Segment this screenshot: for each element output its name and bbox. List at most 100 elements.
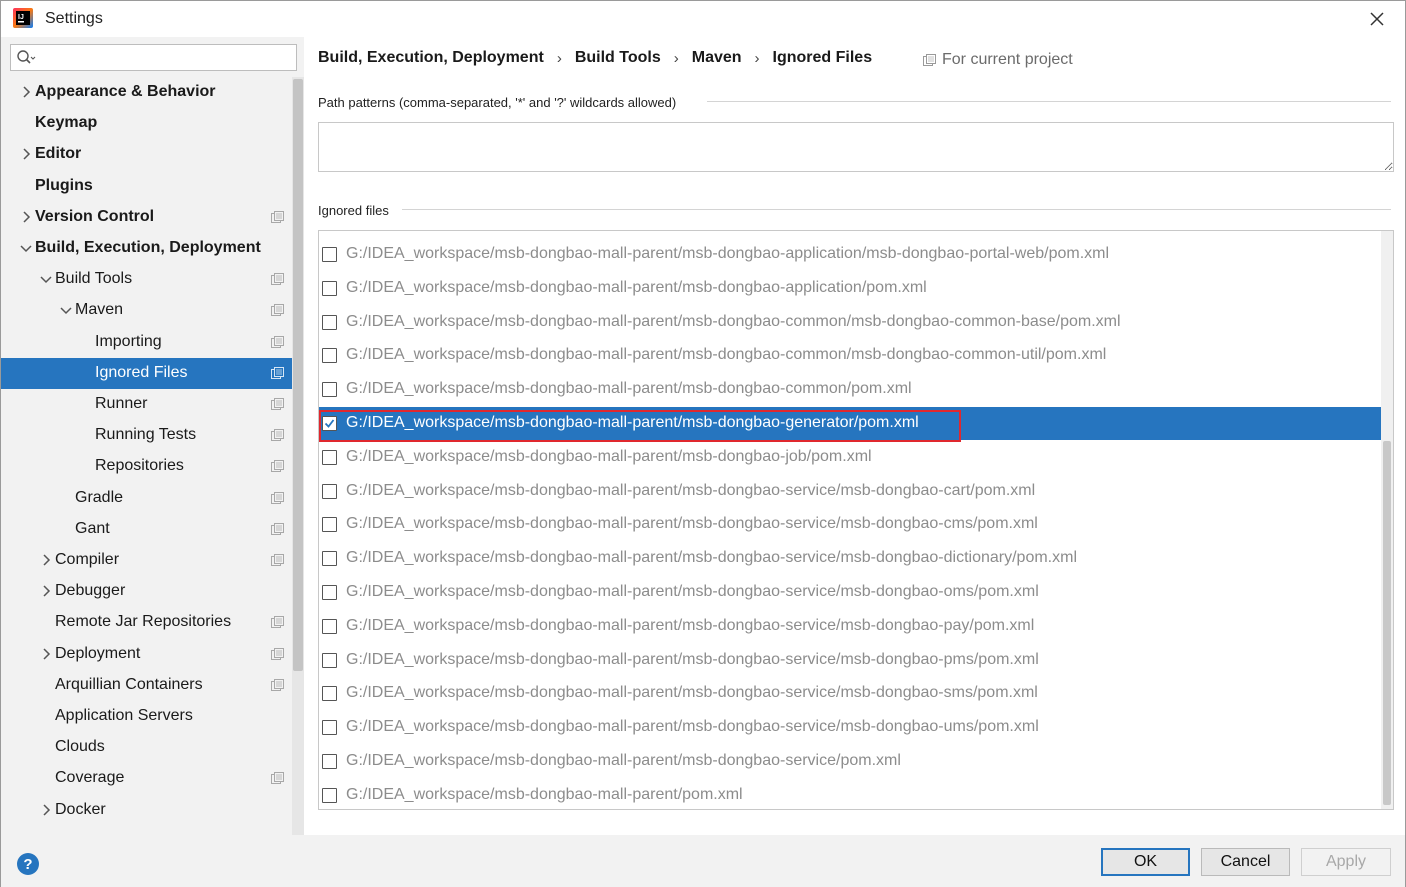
ignored-file-row[interactable]: G:/IDEA_workspace/msb-dongbao-mall-paren… [319,711,1381,744]
files-scrollbar-thumb[interactable] [1383,441,1391,805]
sidebar-item-version-control[interactable]: Version Control [1,202,292,233]
sidebar-item-label: Maven [75,301,124,319]
breadcrumb-item: Build Tools [574,49,661,66]
cancel-button[interactable]: Cancel [1201,848,1290,876]
chevron-down-icon[interactable] [19,241,33,255]
sidebar-item-remote-jar-repositories[interactable]: Remote Jar Repositories [1,607,292,638]
chevron-right-icon[interactable] [39,647,53,661]
ignored-file-checkbox[interactable] [322,652,337,668]
sidebar-item-maven[interactable]: Maven [1,295,292,326]
sidebar-item-arquillian-containers[interactable]: Arquillian Containers [1,670,292,701]
sidebar-item-gant[interactable]: Gant [1,514,292,545]
chevron-down-icon[interactable] [59,303,73,317]
ignored-file-row[interactable]: G:/IDEA_workspace/msb-dongbao-mall-paren… [319,644,1381,677]
ignored-file-row[interactable]: G:/IDEA_workspace/msb-dongbao-mall-paren… [319,677,1381,710]
sidebar-item-deployment[interactable]: Deployment [1,639,292,670]
ignored-file-row[interactable]: G:/IDEA_workspace/msb-dongbao-mall-paren… [319,475,1381,508]
ignored-file-checkbox[interactable] [322,551,337,567]
ignored-file-row[interactable]: G:/IDEA_workspace/msb-dongbao-mall-paren… [319,238,1381,271]
sidebar-item-label: Application Servers [55,707,193,724]
ignored-file-row[interactable]: G:/IDEA_workspace/msb-dongbao-mall-paren… [319,745,1381,778]
sidebar-item-plugins[interactable]: Plugins [1,171,292,202]
sidebar-item-importing[interactable]: Importing [1,327,292,358]
sidebar-item-label: Build, Execution, Deployment [35,239,261,256]
sidebar-item-debugger[interactable]: Debugger [1,576,292,607]
ignored-file-row[interactable]: G:/IDEA_workspace/msb-dongbao-mall-paren… [319,272,1381,305]
ignored-file-checkbox[interactable] [322,382,337,398]
ignored-file-row[interactable]: G:/IDEA_workspace/msb-dongbao-mall-paren… [319,508,1381,541]
sidebar-item-build-tools[interactable]: Build Tools [1,264,292,295]
chevron-down-icon[interactable] [39,272,53,286]
sidebar-item-label: Remote Jar Repositories [55,613,232,631]
sidebar-item-ignored-files[interactable]: Ignored Files [1,357,292,389]
chevron-right-icon[interactable] [39,553,53,567]
sidebar-item-clouds[interactable]: Clouds [1,732,292,763]
close-button[interactable] [1363,7,1391,31]
help-button[interactable]: ? [17,853,39,875]
sidebar-item-docker[interactable]: Docker [1,795,292,826]
ignored-file-checkbox[interactable] [322,280,337,296]
ignored-file-row[interactable]: G:/IDEA_workspace/msb-dongbao-mall-paren… [319,441,1381,474]
ignored-file-checkbox[interactable] [322,754,337,769]
ignored-file-path: G:/IDEA_workspace/msb-dongbao-mall-paren… [346,752,901,769]
ignored-file-row[interactable]: G:/IDEA_workspace/msb-dongbao-mall-paren… [319,339,1381,372]
sidebar-item-label: Runner [95,395,148,412]
sidebar-item-gradle[interactable]: Gradle [1,483,292,514]
sidebar-item-label: Deployment [55,644,141,662]
ignored-file-row[interactable]: G:/IDEA_workspace/msb-dongbao-mall-paren… [319,779,1381,809]
apply-button[interactable]: Apply [1301,848,1391,876]
checkmark-icon [324,419,335,428]
chevron-right-icon[interactable] [19,210,33,224]
chevron-right-icon[interactable] [39,584,53,598]
sidebar-item-keymap[interactable]: Keymap [1,108,292,139]
chevron-right-icon[interactable] [39,803,53,817]
ignored-file-row[interactable]: G:/IDEA_workspace/msb-dongbao-mall-paren… [319,610,1381,643]
sidebar-scrollbar-thumb[interactable] [293,79,303,671]
sidebar-item-coverage[interactable]: Coverage [1,763,292,794]
project-scope-icon [271,273,284,286]
ok-button[interactable]: OK [1101,848,1190,876]
project-scope-icon [271,210,284,223]
sidebar-item-repositories[interactable]: Repositories [1,451,292,482]
chevron-right-icon[interactable] [19,85,33,99]
project-scope-icon [271,335,284,348]
ignored-file-checkbox[interactable] [322,585,337,600]
ignored-file-checkbox[interactable] [322,416,337,431]
sidebar-item-compiler[interactable]: Compiler [1,545,292,576]
ignored-file-row[interactable]: G:/IDEA_workspace/msb-dongbao-mall-paren… [319,306,1381,339]
ignored-file-path: G:/IDEA_workspace/msb-dongbao-mall-paren… [346,785,743,803]
sidebar-item-editor[interactable]: Editor [1,139,292,170]
intellij-logo-icon: IJ [13,8,33,28]
ignored-file-checkbox[interactable] [322,348,337,364]
sidebar-item-appearance-behavior[interactable]: Appearance & Behavior [1,77,292,108]
ignored-file-checkbox[interactable] [322,314,337,330]
project-scope-icon [271,616,284,629]
ignored-file-checkbox[interactable] [322,720,337,736]
settings-search[interactable] [10,44,297,71]
sidebar-item-application-servers[interactable]: Application Servers [1,701,292,732]
sidebar-item-runner[interactable]: Runner [1,389,292,420]
ignored-file-row[interactable]: G:/IDEA_workspace/msb-dongbao-mall-paren… [319,542,1381,575]
path-patterns-input[interactable] [318,122,1394,172]
ignored-file-checkbox[interactable] [322,787,337,803]
for-current-project-label: For current project [942,51,1073,68]
search-input[interactable] [41,47,291,68]
sidebar-item-build-execution-deployment[interactable]: Build, Execution, Deployment [1,233,292,264]
ignored-file-checkbox[interactable] [322,517,337,533]
sidebar-item-label: Version Control [35,207,155,225]
ignored-file-row[interactable]: G:/IDEA_workspace/msb-dongbao-mall-paren… [319,373,1381,406]
settings-sidebar: Appearance & Behavior Keymap Editor Plugins… [1,37,304,835]
project-scope-icon [271,304,284,317]
sidebar-item-label: Coverage [55,769,125,787]
ignored-file-checkbox[interactable] [322,618,337,634]
ignored-file-checkbox[interactable] [322,247,337,262]
ignored-file-checkbox[interactable] [322,483,337,499]
chevron-right-icon[interactable] [19,147,33,161]
sidebar-item-label: Clouds [55,738,105,756]
ignored-file-row[interactable]: G:/IDEA_workspace/msb-dongbao-mall-paren… [319,407,1381,440]
ignored-file-checkbox[interactable] [322,686,337,702]
sidebar-item-running-tests[interactable]: Running Tests [1,420,292,451]
breadcrumb-item: Ignored Files [772,49,873,66]
ignored-file-row[interactable]: G:/IDEA_workspace/msb-dongbao-mall-paren… [319,576,1381,609]
ignored-file-checkbox[interactable] [322,449,337,465]
